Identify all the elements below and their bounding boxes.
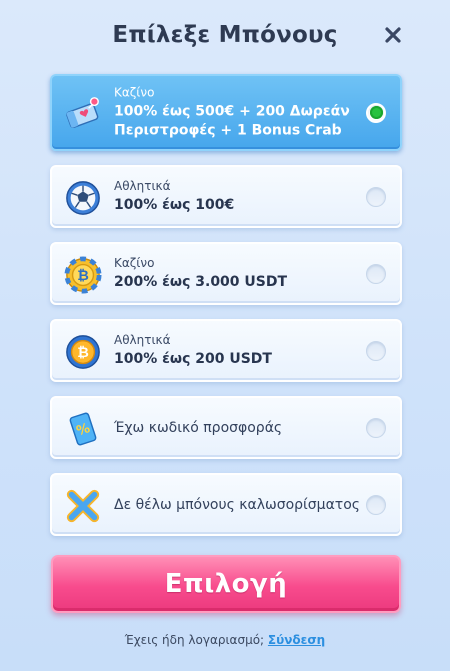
modal-header: Επίλεξε Μπόνους <box>0 0 450 74</box>
radio-unselected[interactable] <box>366 263 386 284</box>
bonus-category: Αθλητικά <box>114 332 171 347</box>
promo-code-ticket-icon: % <box>69 412 97 446</box>
bonus-option-casino-usdt[interactable]: ₿ Καζίνο 200% έως 3.000 USDT <box>50 242 402 305</box>
bonus-list: Καζίνο 100% έως 500€ + 200 Δωρεάν Περιστ… <box>50 74 402 550</box>
login-prompt-text: Έχεις ήδη λογαριασμό; <box>124 633 265 647</box>
select-button-label: Επιλογή <box>164 569 288 599</box>
radio-unselected[interactable] <box>366 417 386 438</box>
bonus-title: 200% έως 3.000 USDT <box>114 273 288 290</box>
bonus-text: Έχω κωδικό προσφοράς <box>114 420 282 436</box>
radio-selected[interactable] <box>366 102 386 123</box>
close-icon <box>385 27 401 43</box>
radio-unselected[interactable] <box>366 186 386 207</box>
radio-unselected[interactable] <box>366 494 386 515</box>
bonus-text: Καζίνο 100% έως 500€ + 200 Δωρεάν Περιστ… <box>114 85 350 140</box>
bonus-title: 100% έως 200 USDT <box>114 350 272 367</box>
bitcoin-ball-icon: ₿ <box>66 335 100 369</box>
bonus-title-line1: 100% έως 500€ + 200 Δωρεάν <box>114 103 350 119</box>
bonus-title: 100% έως 100€ <box>114 196 235 213</box>
bonus-text: Αθλητικά 100% έως 200 USDT <box>114 333 272 369</box>
login-prompt: Έχεις ήδη λογαριασμό; Σύνδεση <box>0 633 450 647</box>
bitcoin-chip-icon: ₿ <box>64 256 102 294</box>
bonus-label: Δε θέλω μπόνους καλωσορίσματος <box>114 496 361 513</box>
bonus-text: Καζίνο 200% έως 3.000 USDT <box>114 256 287 292</box>
login-link[interactable]: Σύνδεση <box>268 633 325 647</box>
svg-text:₿: ₿ <box>77 345 89 361</box>
close-button[interactable] <box>380 22 406 48</box>
bonus-title-line2: Περιστροφές + 1 Bonus Crab <box>114 122 342 138</box>
bonus-category: Αθλητικά <box>114 178 171 193</box>
bonus-category: Καζίνο <box>114 255 155 270</box>
bonus-option-promo-code[interactable]: % Έχω κωδικό προσφοράς <box>50 396 402 459</box>
x-mark-icon <box>66 489 100 523</box>
bonus-text: Αθλητικά 100% έως 100€ <box>114 179 234 215</box>
bonus-label: Έχω κωδικό προσφοράς <box>114 419 283 436</box>
select-button[interactable]: Επιλογή <box>51 555 401 613</box>
bonus-option-no-bonus[interactable]: Δε θέλω μπόνους καλωσορίσματος <box>50 473 402 536</box>
bonus-category: Καζίνο <box>114 85 155 99</box>
bonus-option-sports-usdt[interactable]: ₿ Αθλητικά 100% έως 200 USDT <box>50 319 402 382</box>
svg-text:₿: ₿ <box>77 268 89 284</box>
bonus-text: Δε θέλω μπόνους καλωσορίσματος <box>114 497 360 513</box>
bonus-option-casino-500[interactable]: Καζίνο 100% έως 500€ + 200 Δωρεάν Περιστ… <box>50 74 402 151</box>
soccer-ball-icon <box>66 181 100 215</box>
ticket-heart-icon <box>66 97 99 129</box>
bonus-option-sports-100[interactable]: Αθλητικά 100% έως 100€ <box>50 165 402 228</box>
radio-unselected[interactable] <box>366 340 386 361</box>
